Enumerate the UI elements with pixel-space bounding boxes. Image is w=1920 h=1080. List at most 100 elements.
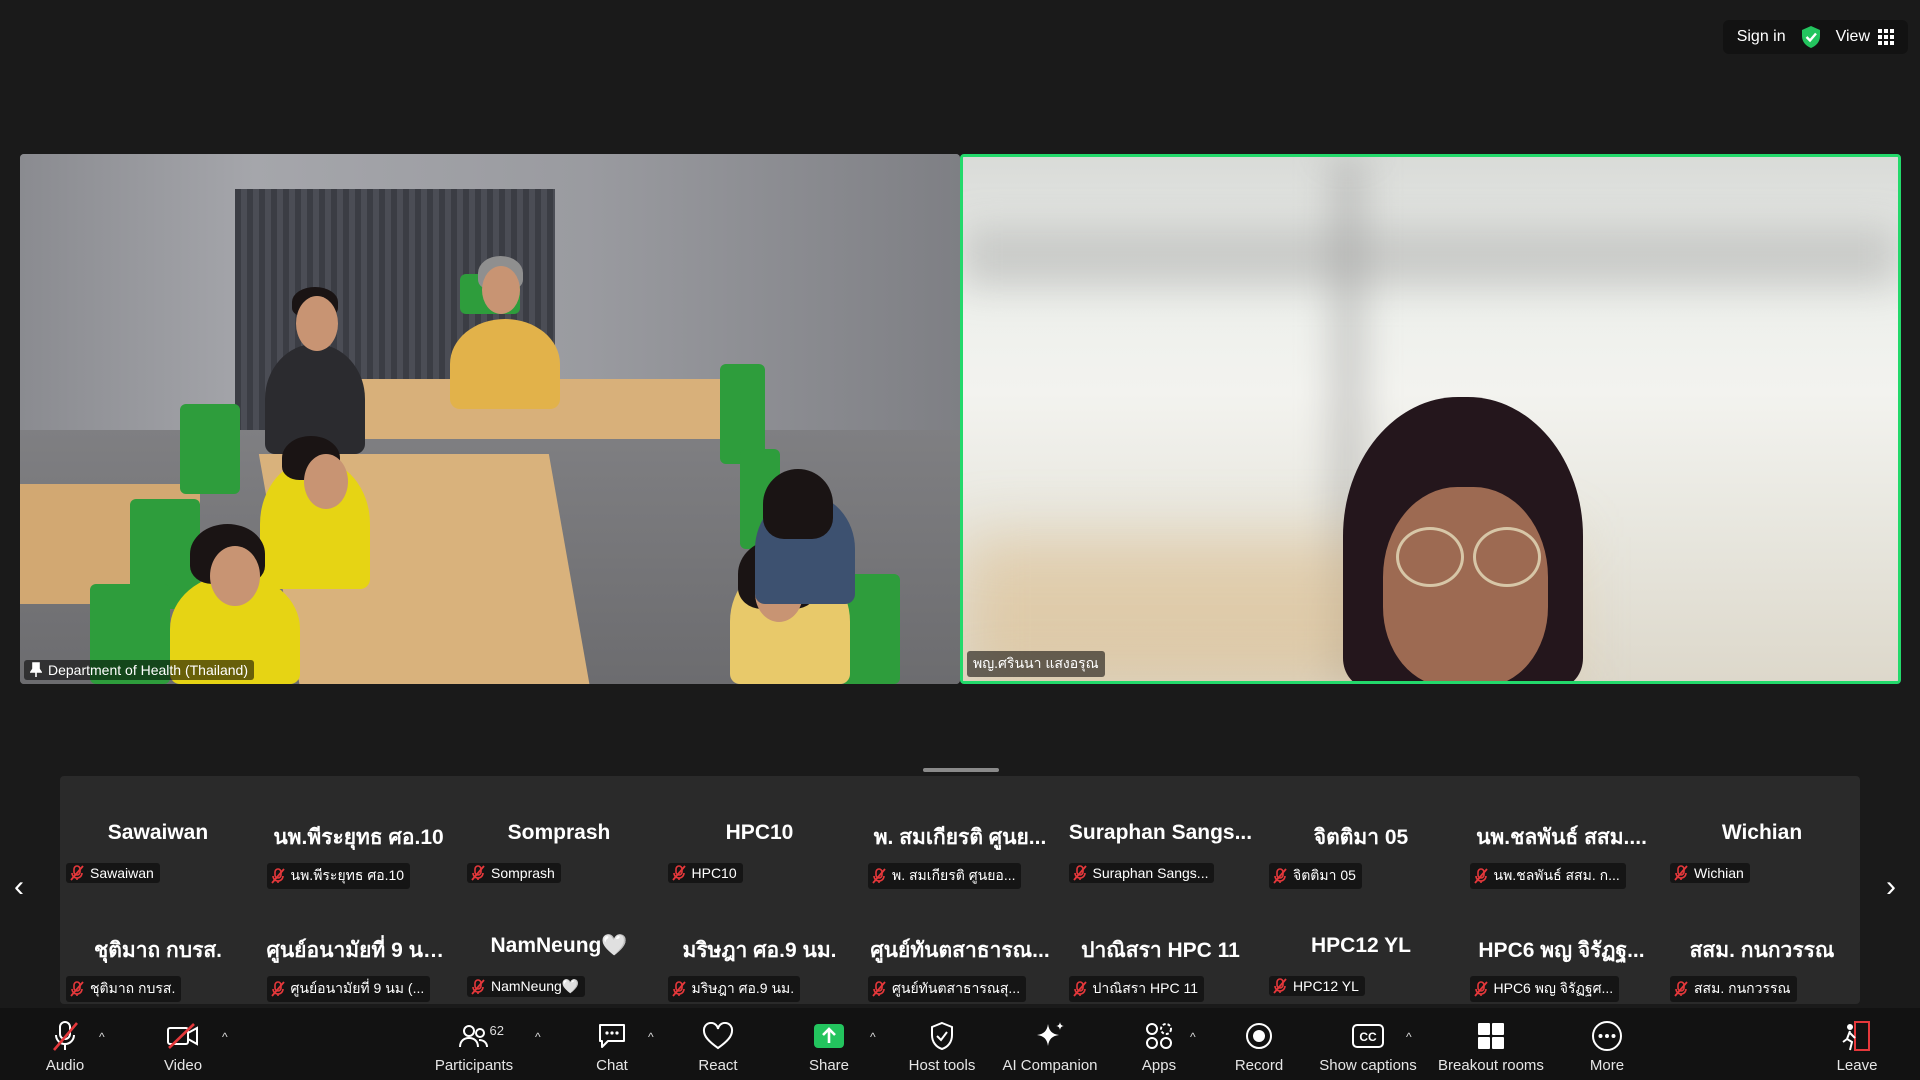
share-screen-icon	[811, 1019, 847, 1053]
participant-name: NamNeung🤍	[491, 978, 580, 994]
chat-button[interactable]: Chat	[587, 1008, 637, 1080]
participant-tile[interactable]: Sawaiwan Sawaiwan	[60, 776, 256, 883]
participant-tile[interactable]: ศูนย์อนามัยที่ 9 นม... ศูนย์อนามัยที่ 9 น…	[261, 889, 457, 1002]
participant-tile[interactable]: นพ.ชลพันธ์ สสม.... นพ.ชลพันธ์ สสม. ก...	[1464, 776, 1660, 889]
participant-name: ศูนย์อนามัยที่ 9 นม (...	[290, 980, 425, 996]
participant-tile[interactable]: NamNeung🤍 NamNeung🤍	[461, 889, 657, 997]
captions-options-caret-icon[interactable]: ^	[1406, 1030, 1412, 1044]
participant-name: นพ.ชลพันธ์ สสม. ก...	[1493, 867, 1620, 883]
participant-name: พ. สมเกียรติ ศูนยอ...	[892, 867, 1016, 883]
breakout-rooms-button[interactable]: Breakout rooms	[1436, 1008, 1546, 1080]
more-label: More	[1589, 1057, 1625, 1074]
participant-tile[interactable]: มริษฎา ศอ.9 นม. มริษฎา ศอ.9 นม.	[662, 889, 858, 1002]
microphone-muted-icon	[1273, 978, 1287, 994]
microphone-muted-icon	[1674, 865, 1688, 881]
speaker-glasses	[1473, 527, 1541, 587]
microphone-muted-icon	[872, 981, 886, 997]
host-tools-button[interactable]: Host tools	[900, 1008, 984, 1080]
participants-icon: 62	[456, 1019, 504, 1053]
video-label: Video	[163, 1057, 203, 1074]
participant-display-name: HPC6 พญ จิรัฏฐ...	[1478, 939, 1645, 962]
leave-button[interactable]: Leave	[1832, 1008, 1882, 1080]
participant-name: สสม. กนกวรรณ	[1694, 980, 1791, 996]
participant-tile[interactable]: Somprash Somprash	[461, 776, 657, 883]
participant-display-name: HPC10	[725, 821, 794, 844]
participant-name: Department of Health (Thailand)	[48, 662, 248, 678]
next-page-arrow-icon[interactable]: ›	[1886, 870, 1896, 904]
participant-gallery-strip: Sawaiwan Sawaiwan นพ.พีระยุทธ ศอ.10 นพ.พีระ…	[60, 776, 1860, 1004]
apps-button[interactable]: Apps	[1134, 1008, 1184, 1080]
microphone-muted-icon	[1273, 868, 1287, 884]
participant-tile[interactable]: สสม. กนกวรรณ สสม. กนกวรรณ	[1664, 889, 1860, 1002]
share-options-caret-icon[interactable]: ^	[870, 1030, 876, 1044]
participant-display-name: นพ.พีระยุทธ ศอ.10	[273, 826, 444, 849]
record-label: Record	[1234, 1057, 1284, 1074]
sparkle-icon	[1032, 1019, 1068, 1053]
participant-name-tag: พ. สมเกียรติ ศูนยอ...	[868, 863, 1022, 889]
participant-name-tag: Suraphan Sangs...	[1068, 863, 1215, 883]
participant-tile[interactable]: HPC6 พญ จิรัฏฐ... HPC6 พญ จิรัฏฐศ...	[1464, 889, 1660, 1002]
record-button[interactable]: Record	[1233, 1008, 1285, 1080]
participant-head	[296, 296, 338, 351]
breakout-rooms-label: Breakout rooms	[1438, 1057, 1544, 1074]
participant-tile[interactable]: Wichian Wichian	[1664, 776, 1860, 883]
audio-label: Audio	[45, 1057, 85, 1074]
participant-name-tag: พญ.ศรินนา แสงอรุณ	[967, 651, 1105, 677]
participant-name: นพ.พีระยุทธ ศอ.10	[290, 867, 405, 883]
video-tile-active-speaker[interactable]: พญ.ศรินนา แสงอรุณ	[960, 154, 1901, 684]
more-button[interactable]: More	[1582, 1008, 1632, 1080]
participant-tile[interactable]: จิตติมา 05 จิตติมา 05	[1263, 776, 1459, 889]
blurred-background	[963, 227, 1898, 287]
participant-name-tag: NamNeung🤍	[467, 976, 586, 997]
participant-tile[interactable]: Suraphan Sangs... Suraphan Sangs...	[1063, 776, 1259, 883]
encryption-shield-icon[interactable]	[1800, 25, 1822, 49]
show-captions-button[interactable]: CC Show captions	[1318, 1008, 1418, 1080]
video-button[interactable]: Video	[158, 1008, 208, 1080]
video-camera-off-icon	[165, 1019, 201, 1053]
participant-display-name: Wichian	[1721, 821, 1803, 844]
participant-name-tag: HPC12 YL	[1269, 976, 1365, 996]
participant-tile[interactable]: นพ.พีระยุทธ ศอ.10 นพ.พีระยุทธ ศอ.10	[261, 776, 457, 889]
participant-display-name: HPC12 YL	[1311, 934, 1411, 957]
participant-tile[interactable]: HPC10 HPC10	[662, 776, 858, 883]
participant-tile[interactable]: ศูนย์ทันตสาธารณ... ศูนย์ทันตสาธารณสุ...	[862, 889, 1058, 1002]
leave-door-icon	[1839, 1019, 1875, 1053]
apps-label: Apps	[1141, 1057, 1177, 1074]
more-options-icon	[1589, 1019, 1625, 1053]
participant-tile[interactable]: ปาณิสรา HPC 11 ปาณิสรา HPC 11	[1063, 889, 1259, 1002]
participant-name-tag: Sawaiwan	[66, 863, 160, 883]
participant-tile[interactable]: พ. สมเกียรติ ศูนย... พ. สมเกียรติ ศูนยอ..…	[862, 776, 1058, 889]
share-button[interactable]: Share	[804, 1008, 854, 1080]
resize-handle[interactable]	[923, 768, 999, 772]
react-button[interactable]: React	[693, 1008, 743, 1080]
microphone-muted-icon	[70, 981, 84, 997]
participants-button[interactable]: 62 Participants	[430, 1008, 518, 1080]
video-tile-department-of-health[interactable]: Department of Health (Thailand)	[20, 154, 960, 684]
participant-name-tag: จิตติมา 05	[1269, 863, 1362, 889]
host-tools-label: Host tools	[908, 1057, 976, 1074]
microphone-muted-icon	[270, 981, 285, 997]
audio-button[interactable]: Audio	[40, 1008, 90, 1080]
chat-options-caret-icon[interactable]: ^	[648, 1030, 654, 1044]
participant-name: HPC6 พญ จิรัฏฐศ...	[1493, 980, 1614, 996]
participant-tile[interactable]: ชุติมาถ กบรส. ชุติมาถ กบรส.	[60, 889, 256, 1002]
share-label: Share	[808, 1057, 850, 1074]
participant-name: HPC10	[691, 865, 737, 881]
participant-name-tag: ชุติมาถ กบรส.	[66, 976, 182, 1002]
participant-tile[interactable]: HPC12 YL HPC12 YL	[1263, 889, 1459, 996]
participant-display-name: Somprash	[507, 821, 611, 844]
previous-page-arrow-icon[interactable]: ‹	[14, 870, 24, 904]
participant-hair	[763, 469, 833, 539]
video-options-caret-icon[interactable]: ^	[222, 1030, 228, 1044]
meeting-toolbar: Audio ^ Video ^ 62 Participants ^ Chat ^…	[0, 1008, 1920, 1080]
microphone-muted-icon	[1473, 868, 1488, 884]
participants-options-caret-icon[interactable]: ^	[535, 1030, 541, 1044]
view-button[interactable]: View	[1836, 28, 1894, 46]
audio-options-caret-icon[interactable]: ^	[99, 1030, 105, 1044]
ai-companion-button[interactable]: AI Companion	[1000, 1008, 1100, 1080]
apps-options-caret-icon[interactable]: ^	[1190, 1030, 1196, 1044]
sign-in-link[interactable]: Sign in	[1737, 28, 1786, 46]
participant-display-name: NamNeung🤍	[490, 934, 628, 957]
participant-name-tag: มริษฎา ศอ.9 นม.	[667, 976, 801, 1002]
participant-display-name: ศูนย์อนามัยที่ 9 นม...	[266, 939, 455, 962]
